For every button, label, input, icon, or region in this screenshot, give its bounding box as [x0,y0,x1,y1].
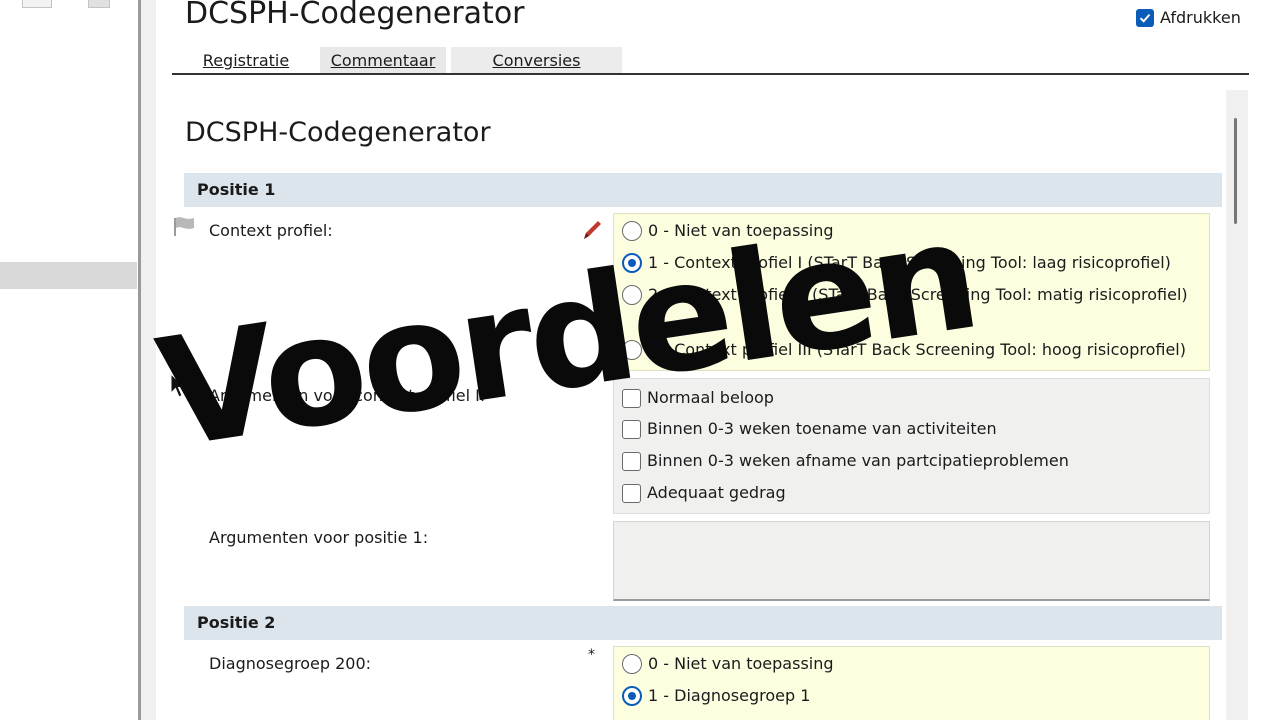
flag-icon[interactable] [172,215,198,241]
panel-gap [141,0,156,720]
left-panel-selected-item[interactable] [0,262,137,289]
checkbox[interactable] [622,484,641,503]
tabs-underline [172,73,1249,75]
left-navigation-panel [0,0,138,720]
tab-bar: Registratie Commentaar Conversies [172,47,622,73]
diagnose-option-1[interactable]: 1 - Diagnosegroep 1 [622,685,810,707]
tab-conversies[interactable]: Conversies [451,47,622,73]
tab-registratie[interactable]: Registratie [172,47,320,73]
section-header-positie-2: Positie 2 [184,606,1222,640]
argument-option-2[interactable]: Binnen 0-3 weken afname van partcipatiep… [622,450,1069,472]
settings-icon[interactable] [88,0,110,8]
checkmark-icon[interactable] [1136,8,1154,27]
diagnosegroep-label: Diagnosegroep 200: [209,654,372,673]
argument-option-1[interactable]: Binnen 0-3 weken toename van activiteite… [622,418,997,440]
context-profiel-label: Context profiel: [209,221,333,240]
argumenten-positie-1-textarea[interactable] [613,521,1210,601]
print-label: Afdrukken [1160,8,1241,27]
scrollbar-thumb[interactable] [1234,118,1237,224]
radio-button[interactable] [622,654,642,674]
checkbox[interactable] [622,452,641,471]
checkbox[interactable] [622,420,641,439]
diagnosegroep-options: 0 - Niet van toepassing 1 - Diagnosegroe… [613,646,1210,720]
section-header-positie-1: Positie 1 [184,173,1222,207]
diagnose-option-0[interactable]: 0 - Niet van toepassing [622,653,834,675]
required-marker: * [588,647,595,663]
left-toolbar-button[interactable] [22,0,52,8]
radio-button-selected[interactable] [622,686,642,706]
tab-commentaar[interactable]: Commentaar [320,47,446,73]
vertical-scrollbar[interactable] [1226,90,1248,720]
argument-option-3[interactable]: Adequaat gedrag [622,482,786,504]
print-checkbox[interactable]: Afdrukken [1136,8,1241,27]
argumenten-positie-1-label: Argumenten voor positie 1: [209,528,429,547]
form-title: DCSPH-Codegenerator [185,117,491,148]
app-title: DCSPH-Codegenerator [185,0,525,31]
